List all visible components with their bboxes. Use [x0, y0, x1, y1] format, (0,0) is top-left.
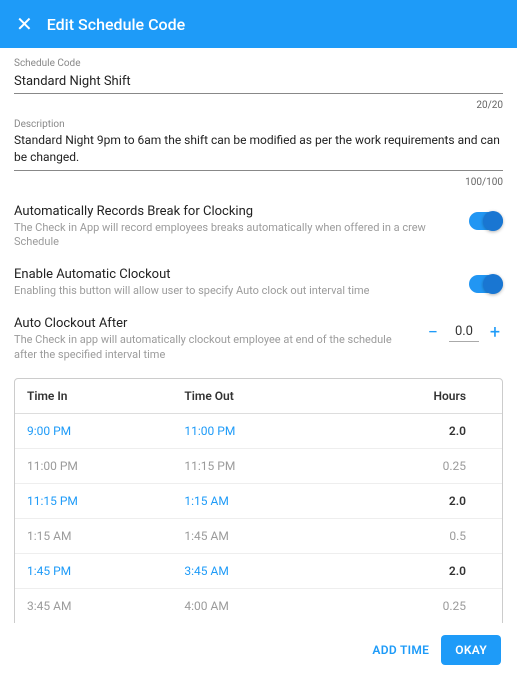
time-out-cell: 1:45 AM — [184, 529, 369, 543]
clockout-after-value[interactable]: 0.0 — [449, 324, 479, 342]
description-input[interactable]: Standard Night 9pm to 6am the shift can … — [14, 132, 503, 171]
hours-cell: 2.0 — [370, 424, 490, 438]
col-header-hours: Hours — [370, 389, 490, 403]
clockout-after-title: Auto Clockout After — [14, 316, 409, 331]
table-row: 1:45 PM3:45 AM2.0 — [15, 554, 502, 589]
clockout-after-stepper: − 0.0 + — [425, 322, 503, 343]
table-row: 9:00 PM11:00 PM2.0 — [15, 414, 502, 449]
stepper-minus-icon[interactable]: − — [425, 322, 441, 343]
hours-cell: 0.5 — [370, 529, 490, 543]
hours-cell: 2.0 — [370, 564, 490, 578]
table-row: 11:15 PM1:15 AM2.0 — [15, 484, 502, 519]
dialog-content: Schedule Code Standard Night Shift 20/20… — [0, 48, 517, 623]
dialog-footer: ADD TIME OKAY — [0, 623, 517, 677]
close-icon[interactable]: ✕ — [16, 14, 33, 34]
description-field: Description Standard Night 9pm to 6am th… — [14, 119, 503, 171]
schedule-code-field: Schedule Code Standard Night Shift — [14, 58, 503, 94]
table-header: Time In Time Out Hours — [15, 379, 502, 414]
auto-clockout-sub: Enabling this button will allow user to … — [14, 284, 453, 298]
auto-break-toggle[interactable] — [469, 212, 503, 230]
shift-table: Time In Time Out Hours 9:00 PM11:00 PM2.… — [14, 378, 503, 623]
time-in-cell[interactable]: 1:45 PM — [27, 564, 184, 578]
dialog-header: ✕ Edit Schedule Code — [0, 0, 517, 48]
table-row: 11:00 PM11:15 PM0.25 — [15, 449, 502, 484]
schedule-code-label: Schedule Code — [14, 58, 503, 69]
time-in-cell[interactable]: 11:15 PM — [27, 494, 184, 508]
add-time-button[interactable]: ADD TIME — [372, 643, 429, 657]
description-label: Description — [14, 119, 503, 130]
time-in-cell: 11:00 PM — [27, 459, 184, 473]
dialog-title: Edit Schedule Code — [47, 15, 185, 34]
time-out-cell[interactable]: 11:00 PM — [184, 424, 369, 438]
description-count: 100/100 — [14, 177, 503, 188]
time-out-cell[interactable]: 3:45 AM — [184, 564, 369, 578]
schedule-code-count: 20/20 — [14, 100, 503, 111]
auto-break-title: Automatically Records Break for Clocking — [14, 204, 453, 219]
time-out-cell: 11:15 PM — [184, 459, 369, 473]
col-header-time-in: Time In — [27, 389, 184, 403]
auto-clockout-toggle[interactable] — [469, 275, 503, 293]
hours-cell: 0.25 — [370, 599, 490, 613]
time-out-cell[interactable]: 1:15 AM — [184, 494, 369, 508]
auto-clockout-title: Enable Automatic Clockout — [14, 267, 453, 282]
time-in-cell[interactable]: 9:00 PM — [27, 424, 184, 438]
col-header-time-out: Time Out — [184, 389, 369, 403]
auto-break-row: Automatically Records Break for Clocking… — [14, 196, 503, 260]
table-row: 3:45 AM4:00 AM0.25 — [15, 589, 502, 623]
clockout-after-row: Auto Clockout After The Check in app wil… — [14, 308, 503, 376]
time-out-cell: 4:00 AM — [184, 599, 369, 613]
clockout-after-sub: The Check in app will automatically cloc… — [14, 333, 409, 362]
time-in-cell: 1:15 AM — [27, 529, 184, 543]
hours-cell: 0.25 — [370, 459, 490, 473]
table-row: 1:15 AM1:45 AM0.5 — [15, 519, 502, 554]
time-in-cell: 3:45 AM — [27, 599, 184, 613]
hours-cell: 2.0 — [370, 494, 490, 508]
auto-break-sub: The Check in App will record employees b… — [14, 221, 453, 250]
auto-clockout-row: Enable Automatic Clockout Enabling this … — [14, 259, 503, 308]
stepper-plus-icon[interactable]: + — [487, 322, 503, 343]
schedule-code-input[interactable]: Standard Night Shift — [14, 71, 503, 94]
okay-button[interactable]: OKAY — [441, 635, 501, 665]
